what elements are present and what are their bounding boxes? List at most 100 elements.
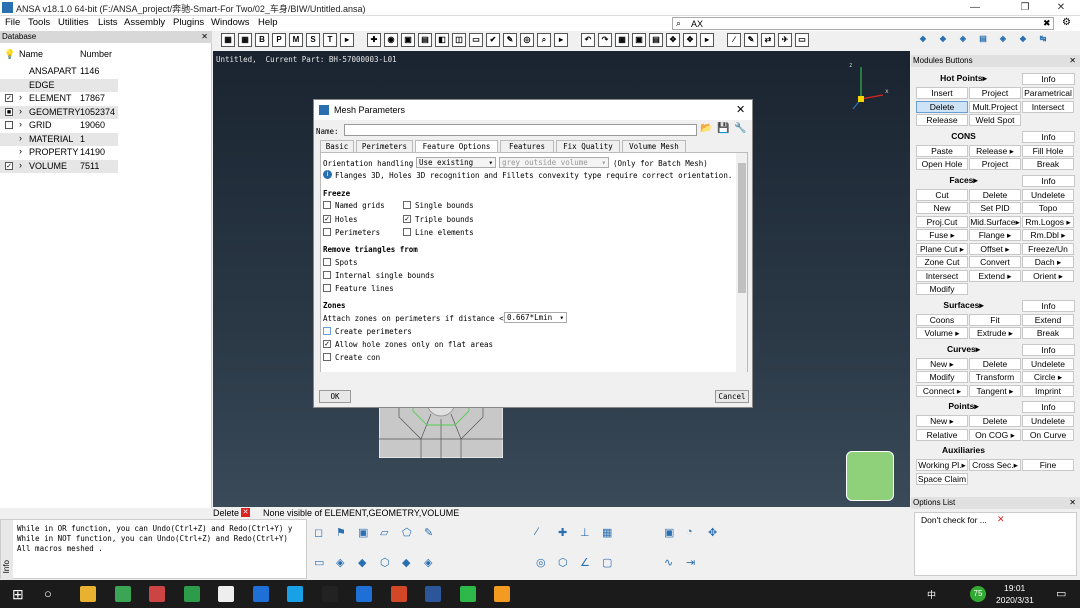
module-button[interactable]: Fuse ▸ <box>916 229 968 241</box>
module-button[interactable]: Extend <box>1022 313 1074 326</box>
expand-chevron-icon[interactable]: › <box>19 92 22 102</box>
toolbar-button-icon[interactable]: ∕ <box>727 33 741 47</box>
module-toolbar-icon[interactable]: ◈ <box>956 33 970 47</box>
remove-triangles-checkbox[interactable] <box>323 258 331 266</box>
module-button[interactable]: Undelete <box>1022 188 1074 201</box>
toolbar-button-icon[interactable]: ✥ <box>666 33 680 47</box>
windows-start-icon[interactable]: ⊞ <box>12 586 24 603</box>
module-button[interactable]: Fill Hole <box>1022 144 1074 157</box>
menu-plugins[interactable]: Plugins <box>173 17 204 28</box>
module-button[interactable]: New ▸ <box>916 415 968 427</box>
module-toolbar-icon[interactable]: ◈ <box>996 33 1010 47</box>
module-group-title[interactable]: CONS <box>911 131 1016 141</box>
tool-icon[interactable]: ◆ <box>402 556 410 569</box>
delete-close-icon[interactable]: ✕ <box>241 508 250 517</box>
tool-icon[interactable]: ⬠ <box>402 526 412 539</box>
close-modules-icon[interactable]: ✕ <box>1069 55 1076 67</box>
toolbar-button-icon[interactable]: ▭ <box>795 33 809 47</box>
tool-icon[interactable]: ◆ <box>358 556 366 569</box>
freeze-checkbox[interactable]: ✓ <box>403 214 411 223</box>
maximize-button[interactable]: ❐ <box>1010 1 1040 14</box>
tab-perimeters[interactable]: Perimeters <box>356 140 413 152</box>
dialog-close-icon[interactable]: ✕ <box>736 103 745 116</box>
info-button[interactable]: Info <box>1022 299 1075 312</box>
module-button[interactable]: Extend ▸ <box>969 269 1021 282</box>
tool-icon[interactable]: ▦ <box>602 526 612 539</box>
tab-features[interactable]: Features <box>500 140 554 152</box>
outlook-icon[interactable] <box>252 586 269 602</box>
cancel-button[interactable]: Cancel <box>715 390 749 403</box>
module-button[interactable]: Proj.Cut <box>916 215 968 228</box>
close-panel-icon[interactable]: ✕ <box>201 31 208 43</box>
info-tab[interactable]: Info <box>2 560 11 573</box>
tool-icon[interactable]: ◻ <box>314 526 323 539</box>
module-button[interactable]: Modify <box>916 371 968 383</box>
tab-volume-mesh[interactable]: Volume Mesh <box>622 140 686 152</box>
tool-icon[interactable]: ∕ <box>536 526 538 538</box>
module-group-title[interactable]: Surfaces▸ <box>911 300 1016 311</box>
toolbar-button-icon[interactable]: ◧ <box>435 33 449 47</box>
module-button[interactable]: Rm.Dbl ▸ <box>1022 229 1074 241</box>
row-checkbox[interactable] <box>5 121 13 129</box>
media-icon[interactable] <box>149 586 165 602</box>
tool-icon[interactable]: ◈ <box>336 556 344 569</box>
module-button[interactable]: Zone Cut <box>916 256 968 268</box>
wechat-icon[interactable] <box>459 586 476 602</box>
tool-icon[interactable]: ∠ <box>580 556 590 569</box>
tool-icon[interactable]: ⊥ <box>580 526 590 539</box>
toolbar-button-icon[interactable]: ▦ <box>238 33 252 47</box>
module-toolbar-icon[interactable]: ↹ <box>1036 33 1050 47</box>
module-button[interactable]: Extrude ▸ <box>969 327 1021 339</box>
remove-triangles-checkbox[interactable] <box>323 284 331 292</box>
ok-button[interactable]: OK <box>319 390 351 403</box>
toolbar-button-icon[interactable]: ◎ <box>520 33 534 47</box>
module-button[interactable]: Relative <box>916 428 968 441</box>
tool-icon[interactable]: ▭ <box>314 556 324 569</box>
module-button[interactable]: Delete <box>969 415 1021 427</box>
module-group-title[interactable]: Hot Points▸ <box>911 73 1016 84</box>
save-icon[interactable]: 💾 <box>717 123 729 134</box>
database-row[interactable]: ■ › GEOMETRY 1052374 <box>0 105 118 119</box>
toolbar-button-icon[interactable]: ✎ <box>744 33 758 47</box>
module-button[interactable]: On Curve <box>1022 428 1074 441</box>
expand-chevron-icon[interactable]: › <box>19 106 22 116</box>
module-button[interactable]: Fine <box>1022 459 1074 471</box>
expand-chevron-icon[interactable]: › <box>19 160 22 170</box>
close-window-button[interactable]: ✕ <box>1046 1 1076 14</box>
toolbar-button-icon[interactable]: ▤ <box>649 33 663 47</box>
database-row[interactable]: › GRID 19060 <box>0 119 118 133</box>
module-button[interactable]: Circle ▸ <box>1022 371 1074 383</box>
module-button[interactable]: Orient ▸ <box>1022 269 1074 282</box>
toolbar-button-icon[interactable]: ▣ <box>632 33 646 47</box>
orientation-select[interactable]: Use existing ▾ <box>416 157 496 168</box>
module-button[interactable]: Tangent ▸ <box>969 384 1021 397</box>
toolbar-button-icon[interactable]: T <box>323 33 337 47</box>
notes-icon[interactable] <box>494 586 510 602</box>
row-checkbox[interactable]: ■ <box>5 107 13 116</box>
module-button[interactable]: Mid.Surface▸ <box>969 215 1021 228</box>
info-button[interactable]: Info <box>1022 130 1075 143</box>
word-icon[interactable] <box>425 586 441 602</box>
freeze-checkbox[interactable] <box>323 228 331 236</box>
menu-file[interactable]: File <box>5 17 20 28</box>
delete-tab[interactable]: Delete <box>213 508 239 518</box>
name-input[interactable] <box>344 124 697 136</box>
module-button[interactable]: Connect ▸ <box>916 384 968 397</box>
module-button[interactable]: Coons <box>916 313 968 326</box>
module-toolbar-icon[interactable]: ◆ <box>1016 33 1030 47</box>
module-button[interactable]: Intersect <box>916 269 968 282</box>
module-button[interactable]: On COG ▸ <box>969 428 1021 441</box>
freeze-checkbox[interactable] <box>323 201 331 209</box>
freeze-checkbox[interactable] <box>403 228 411 236</box>
options-item[interactable]: Don't check for ... <box>921 515 987 525</box>
toolbar-button-icon[interactable]: ◉ <box>384 33 398 47</box>
info-button[interactable]: Info <box>1022 73 1075 85</box>
module-button[interactable]: Release <box>916 114 968 126</box>
menu-lists[interactable]: Lists <box>98 17 118 28</box>
toolbar-button-icon[interactable]: ▭ <box>469 33 483 47</box>
module-button[interactable]: Release ▸ <box>969 144 1021 157</box>
create-con-checkbox[interactable] <box>323 353 331 361</box>
toolbar-button-icon[interactable]: ▣ <box>401 33 415 47</box>
module-toolbar-icon[interactable]: ▤ <box>976 33 990 47</box>
tool-icon[interactable]: ✎ <box>424 526 433 539</box>
